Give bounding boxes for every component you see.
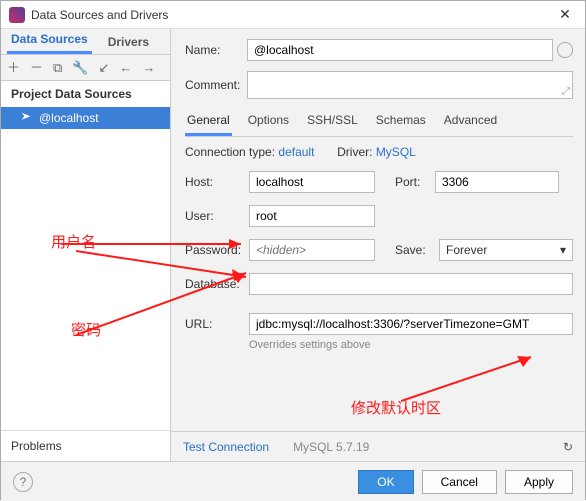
test-connection-bar: Test Connection MySQL 5.7.19 ↻	[171, 431, 585, 461]
url-input[interactable]	[249, 313, 573, 335]
help-icon[interactable]: ?	[13, 472, 33, 492]
tab-general[interactable]: General	[185, 109, 232, 136]
database-input[interactable]	[249, 273, 573, 295]
undo-icon[interactable]: ↙	[99, 61, 110, 74]
annotation-timezone: 修改默认时区	[351, 397, 441, 418]
back-icon[interactable]: ←	[119, 61, 132, 74]
sidebar-toolbar: ＋ － ⧉ 🔧 ↙ ← →	[1, 55, 170, 81]
sidebar-section-title: Project Data Sources	[1, 81, 170, 107]
comment-input[interactable]: ⤢	[247, 71, 573, 99]
password-label: Password:	[185, 243, 249, 257]
password-input[interactable]	[249, 239, 375, 261]
titlebar: Data Sources and Drivers ✕	[1, 1, 585, 29]
chevron-down-icon: ▾	[560, 243, 566, 257]
detail-tabs: General Options SSH/SSL Schemas Advanced	[185, 109, 573, 137]
refresh-icon[interactable]: ↻	[563, 440, 573, 454]
tab-data-sources[interactable]: Data Sources	[7, 28, 92, 54]
sidebar-tabs: Data Sources Drivers	[1, 29, 170, 55]
port-label: Port:	[395, 175, 435, 189]
tab-schemas[interactable]: Schemas	[374, 109, 428, 136]
sidebar-problems[interactable]: Problems	[1, 430, 170, 461]
close-icon[interactable]: ✕	[553, 6, 577, 23]
tab-sshssl[interactable]: SSH/SSL	[305, 109, 360, 136]
save-select[interactable]: Forever ▾	[439, 239, 573, 261]
url-hint: Overrides settings above	[249, 339, 573, 351]
database-label: Database:	[185, 277, 249, 291]
driver-link[interactable]: MySQL	[376, 145, 416, 159]
color-picker-icon[interactable]	[557, 42, 573, 58]
db-version: MySQL 5.7.19	[293, 440, 369, 454]
ok-button[interactable]: OK	[358, 470, 413, 494]
add-icon[interactable]: ＋	[7, 61, 20, 74]
sidebar-item-label: @localhost	[39, 111, 99, 125]
forward-icon[interactable]: →	[142, 61, 155, 74]
datasource-icon	[19, 111, 33, 125]
expand-icon[interactable]: ⤢	[562, 86, 570, 97]
app-icon	[9, 7, 25, 23]
tab-drivers[interactable]: Drivers	[104, 31, 153, 54]
dialog-body: Data Sources Drivers ＋ － ⧉ 🔧 ↙ ← → Proje…	[1, 29, 585, 461]
remove-icon[interactable]: －	[30, 61, 43, 74]
connection-type-label: Connection type:	[185, 145, 275, 159]
copy-icon[interactable]: ⧉	[53, 61, 62, 74]
tab-options[interactable]: Options	[246, 109, 291, 136]
apply-button[interactable]: Apply	[505, 470, 573, 494]
host-label: Host:	[185, 175, 249, 189]
name-label: Name:	[185, 43, 247, 57]
main-panel: Name: Comment: ⤢ General Options SSH/SSL…	[171, 29, 585, 461]
host-input[interactable]	[249, 171, 375, 193]
save-value: Forever	[446, 243, 487, 257]
dialog-title: Data Sources and Drivers	[31, 8, 553, 22]
data-sources-dialog: Data Sources and Drivers ✕ Data Sources …	[0, 0, 586, 500]
sidebar-item-localhost[interactable]: @localhost	[1, 107, 170, 129]
name-input[interactable]	[247, 39, 553, 61]
connection-type-link[interactable]: default	[278, 145, 314, 159]
test-connection-link[interactable]: Test Connection	[183, 440, 269, 454]
arrow-timezone	[401, 351, 551, 411]
button-bar: ? OK Cancel Apply	[1, 461, 585, 501]
comment-label: Comment:	[185, 78, 247, 92]
cancel-button[interactable]: Cancel	[422, 470, 497, 494]
driver-label: Driver:	[337, 145, 372, 159]
save-label: Save:	[395, 243, 435, 257]
port-input[interactable]	[435, 171, 559, 193]
url-label: URL:	[185, 317, 249, 331]
tab-advanced[interactable]: Advanced	[442, 109, 499, 136]
sidebar: Data Sources Drivers ＋ － ⧉ 🔧 ↙ ← → Proje…	[1, 29, 171, 461]
user-input[interactable]	[249, 205, 375, 227]
wrench-icon[interactable]: 🔧	[72, 61, 88, 74]
user-label: User:	[185, 209, 249, 223]
connection-line: Connection type: default Driver: MySQL	[185, 145, 573, 159]
